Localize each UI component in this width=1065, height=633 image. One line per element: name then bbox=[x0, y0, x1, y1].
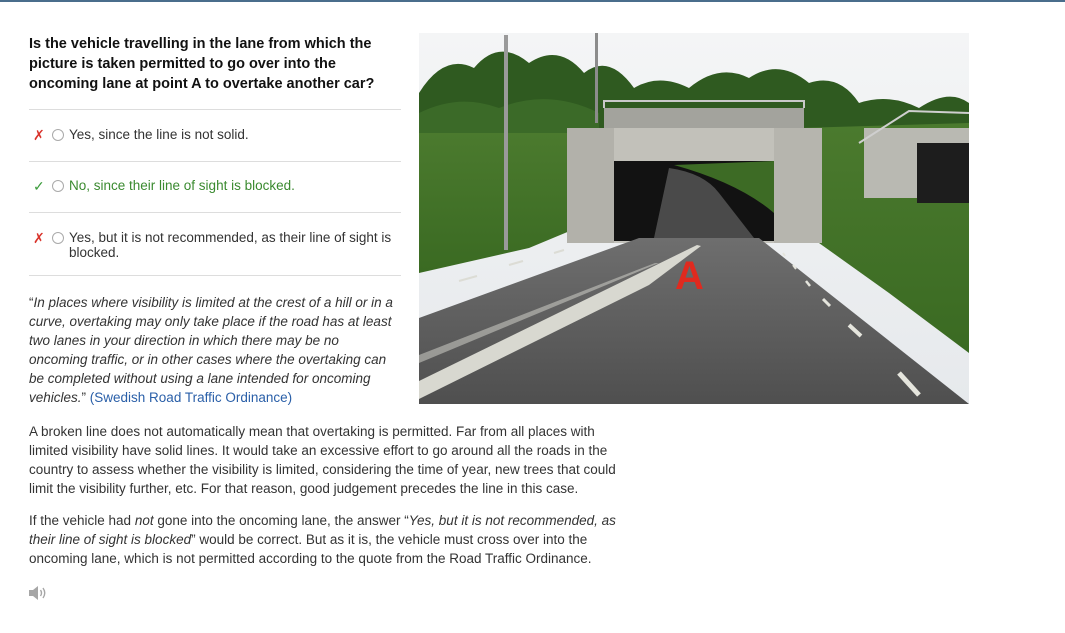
wrong-mark-icon: ✗ bbox=[33, 230, 45, 246]
text-run: gone into the oncoming lane, the answer … bbox=[153, 513, 409, 528]
source-link[interactable]: (Swedish Road Traffic Ordinance) bbox=[90, 390, 292, 405]
road-underpass-photo: A bbox=[419, 33, 969, 404]
answer-label: Yes, but it is not recommended, as their… bbox=[69, 230, 392, 260]
question-text: Is the vehicle travelling in the lane fr… bbox=[29, 36, 375, 92]
top-border bbox=[0, 0, 1065, 2]
correct-mark-icon: ✓ bbox=[33, 178, 45, 194]
radio-button[interactable] bbox=[52, 232, 64, 244]
answer-label: Yes, since the line is not solid. bbox=[69, 127, 249, 142]
law-quote: “In places where visibility is limited a… bbox=[29, 293, 401, 407]
speaker-icon[interactable] bbox=[28, 585, 48, 601]
answer-option-1[interactable]: ✗ Yes, since the line is not solid. bbox=[29, 109, 401, 161]
explanation-paragraph-2: If the vehicle had not gone into the onc… bbox=[29, 511, 629, 568]
quote-close: ” bbox=[81, 390, 90, 405]
answer-option-3[interactable]: ✗ Yes, but it is not recommended, as the… bbox=[29, 212, 401, 276]
answer-option-2[interactable]: ✓ No, since their line of sight is block… bbox=[29, 161, 401, 212]
point-a-label: A bbox=[675, 254, 704, 298]
radio-button[interactable] bbox=[52, 129, 64, 141]
quote-text: In places where visibility is limited at… bbox=[29, 295, 393, 405]
text-run: If the vehicle had bbox=[29, 513, 135, 528]
wrong-mark-icon: ✗ bbox=[33, 127, 45, 143]
emphasis-not: not bbox=[134, 513, 154, 528]
answer-label: No, since their line of sight is blocked… bbox=[69, 178, 295, 193]
answer-list: ✗ Yes, since the line is not solid. ✓ No… bbox=[29, 109, 401, 276]
explanation-paragraph-1: A broken line does not automatically mea… bbox=[29, 424, 616, 496]
radio-button[interactable] bbox=[52, 180, 64, 192]
